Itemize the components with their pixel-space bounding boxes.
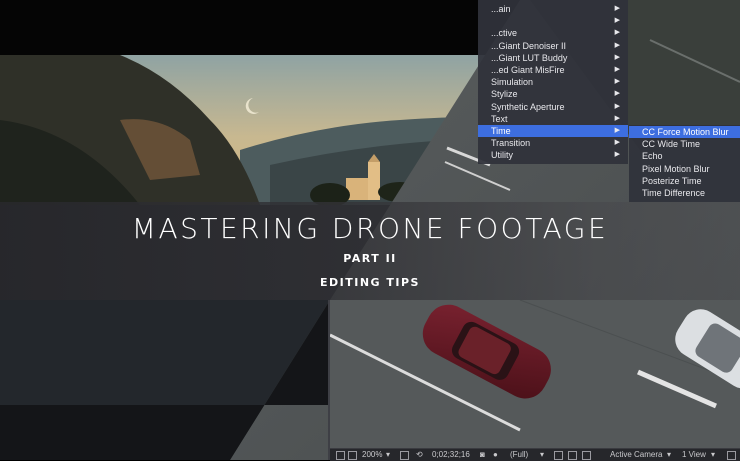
menu-item-giant-misfire[interactable]: ...ed Giant MisFire ▶ xyxy=(478,64,628,76)
menu-item-transition[interactable]: Transition ▶ xyxy=(478,137,628,149)
clock-icon[interactable]: ⟲ xyxy=(416,449,423,461)
menu-item-label: Echo xyxy=(642,151,663,162)
subtitle: EDITING TIPS xyxy=(320,276,420,289)
timecode[interactable]: 0;02;32;16 xyxy=(432,449,470,461)
submenu-arrow-icon: ▶ xyxy=(614,78,620,86)
menu-item-label: Transition xyxy=(491,138,531,149)
menu-item-giant-denoiser[interactable]: ...Giant Denoiser II ▶ xyxy=(478,40,628,52)
viewer-toolbar: 200% ▾ ⟲ 0;02;32;16 ◙ ● (Full) ▾ Active … xyxy=(330,448,740,461)
submenu-arrow-icon: ▶ xyxy=(614,102,620,110)
part-label: PART II xyxy=(343,252,397,265)
menu-item-posterize-time[interactable]: Posterize Time xyxy=(629,175,740,187)
transparency-grid-icon[interactable] xyxy=(554,451,563,460)
menu-item-stylize[interactable]: Stylize ▶ xyxy=(478,88,628,100)
effect-menu: ...ain ▶ ▶ ...ctive ▶ ...Giant Denoiser II… xyxy=(478,0,628,165)
chevron-down-icon[interactable]: ▾ xyxy=(540,449,544,461)
view-options-icon[interactable] xyxy=(582,451,591,460)
menu-item-label: ...ctive xyxy=(491,28,518,39)
submenu-arrow-icon: ▶ xyxy=(614,41,620,49)
menu-item-echo[interactable]: Echo xyxy=(629,150,740,162)
menu-item-label: Pixel Motion Blur xyxy=(642,163,710,174)
page-title: MASTERING DRONE FOOTAGE xyxy=(131,212,609,245)
zoom-select[interactable]: 200% xyxy=(362,449,382,461)
fast-preview-icon[interactable] xyxy=(568,451,577,460)
submenu-arrow-icon: ▶ xyxy=(614,17,620,25)
menu-item-label: Synthetic Aperture xyxy=(491,101,565,112)
menu-item-text[interactable]: Text ▶ xyxy=(478,113,628,125)
menu-item-synthetic-aperture[interactable]: Synthetic Aperture ▶ xyxy=(478,101,628,113)
menu-item-utility[interactable]: Utility ▶ xyxy=(478,149,628,161)
submenu-arrow-icon: ▶ xyxy=(614,139,620,147)
menu-item-time[interactable]: Time ▶ xyxy=(478,124,628,138)
menu-item-label: Posterize Time xyxy=(642,175,702,186)
menu-item-label: ...Giant LUT Buddy xyxy=(491,52,568,63)
panel-divider xyxy=(328,300,330,460)
submenu-arrow-icon: ▶ xyxy=(614,53,620,61)
grid-icon[interactable] xyxy=(336,451,345,460)
menu-item-label: Time Difference xyxy=(642,187,706,198)
menu-item-label: ...ain xyxy=(491,4,511,14)
submenu-arrow-icon: ▶ xyxy=(614,90,620,98)
resolution-select[interactable]: (Full) xyxy=(510,449,528,461)
chevron-down-icon[interactable]: ▾ xyxy=(386,449,390,461)
menu-item-hidden[interactable]: ▶ xyxy=(478,15,628,27)
view-layout-select[interactable]: 1 View xyxy=(682,449,706,461)
menu-item-ctive[interactable]: ...ctive ▶ xyxy=(478,27,628,39)
submenu-arrow-icon: ▶ xyxy=(614,29,620,37)
submenu-arrow-icon: ▶ xyxy=(614,126,620,134)
color-channel-icon[interactable]: ● xyxy=(493,449,498,461)
menu-item-cc-wide-time[interactable]: CC Wide Time xyxy=(629,138,740,150)
menu-item-label: Simulation xyxy=(491,77,534,88)
chevron-down-icon[interactable]: ▾ xyxy=(711,449,715,461)
submenu-arrow-icon: ▶ xyxy=(614,5,620,12)
menu-item-ain[interactable]: ...ain ▶ xyxy=(478,3,628,15)
menu-item-label: CC Force Motion Blur xyxy=(642,127,729,137)
region-icon[interactable] xyxy=(400,451,409,460)
chevron-down-icon[interactable]: ▾ xyxy=(667,449,671,461)
menu-item-pixel-motion-blur[interactable]: Pixel Motion Blur xyxy=(629,163,740,175)
menu-item-label: Utility xyxy=(491,150,513,161)
menu-item-cc-force-motion-blur[interactable]: CC Force Motion Blur xyxy=(629,126,740,139)
menu-item-time-difference[interactable]: Time Difference xyxy=(629,187,740,199)
menu-item-giant-lut-buddy[interactable]: ...Giant LUT Buddy ▶ xyxy=(478,52,628,64)
menu-item-label: CC Wide Time xyxy=(642,139,701,150)
menu-item-label: ...ed Giant MisFire xyxy=(491,64,565,75)
time-submenu: CC Force Motion Blur CC Wide Time Echo P… xyxy=(629,125,740,203)
submenu-arrow-icon: ▶ xyxy=(614,114,620,122)
menu-item-label: Time xyxy=(491,125,511,136)
reset-exposure-icon[interactable] xyxy=(727,451,736,460)
submenu-arrow-icon: ▶ xyxy=(614,65,620,73)
menu-item-simulation[interactable]: Simulation ▶ xyxy=(478,76,628,88)
menu-item-label: ...Giant Denoiser II xyxy=(491,40,567,51)
camera-snapshot-icon[interactable]: ◙ xyxy=(480,449,485,461)
menu-item-label: Stylize xyxy=(491,89,518,100)
menu-item-label: Text xyxy=(491,113,508,124)
camera-select[interactable]: Active Camera xyxy=(610,449,662,461)
mask-icon[interactable] xyxy=(348,451,357,460)
submenu-arrow-icon: ▶ xyxy=(614,151,620,159)
